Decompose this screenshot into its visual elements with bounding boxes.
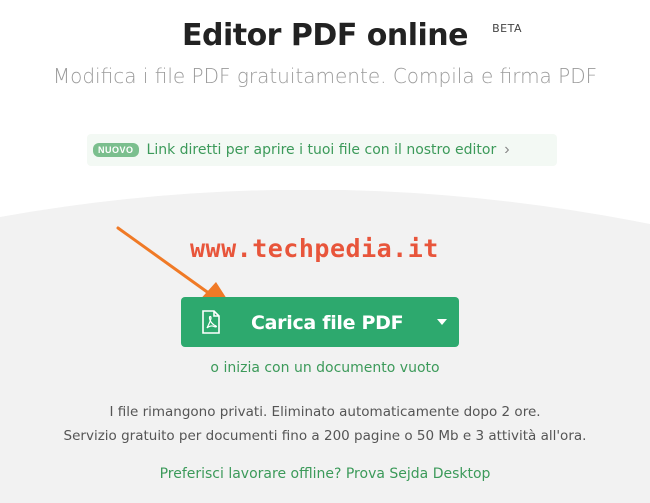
empty-document-link[interactable]: o inizia con un documento vuoto — [0, 360, 650, 376]
header: Editor PDF online BETA — [0, 18, 650, 53]
page-subtitle: Modifica i file PDF gratuitamente. Compi… — [52, 64, 598, 88]
direct-links-text[interactable]: Link diretti per aprire i tuoi file con … — [147, 142, 497, 158]
limits-info: Servizio gratuito per documenti fino a 2… — [63, 428, 587, 444]
direct-links-banner[interactable]: NUOVO Link diretti per aprire i tuoi fil… — [87, 134, 557, 166]
upload-button-label: Carica file PDF — [251, 312, 404, 334]
caret-down-icon[interactable] — [437, 319, 447, 325]
beta-badge: BETA — [492, 22, 522, 35]
upload-pdf-button[interactable]: Carica file PDF — [181, 297, 459, 347]
new-badge: NUOVO — [93, 143, 139, 157]
page-title: Editor PDF online BETA — [181, 18, 522, 53]
sejda-desktop-link[interactable]: Preferisci lavorare offline? Prova Sejda… — [0, 466, 650, 482]
chevron-right-icon: › — [504, 141, 510, 158]
privacy-info: I file rimangono privati. Eliminato auto… — [109, 404, 541, 420]
title-text: Editor PDF online — [181, 18, 469, 53]
pdf-file-icon — [202, 310, 220, 334]
